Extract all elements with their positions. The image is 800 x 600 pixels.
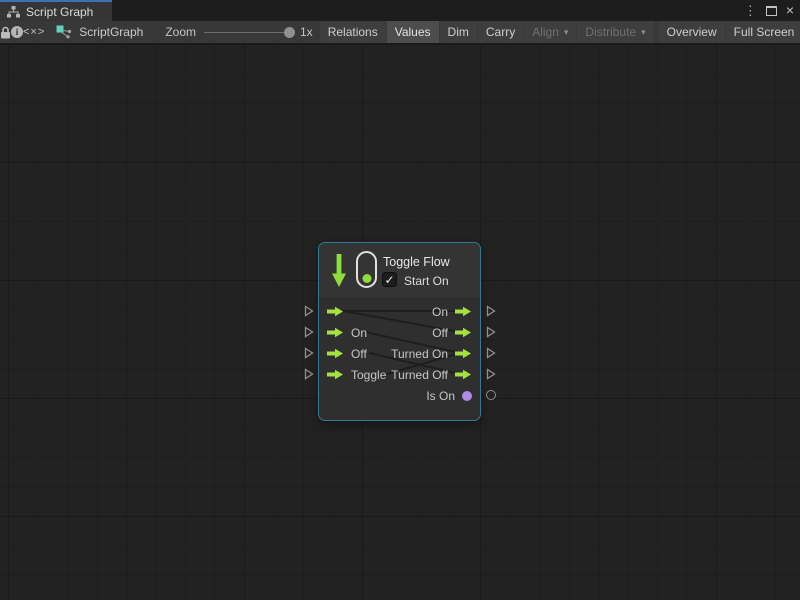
input-port-on[interactable]: On: [327, 322, 367, 343]
align-label: Align: [532, 25, 559, 39]
graph-identity: ScriptGraph: [56, 21, 143, 43]
output-port-on[interactable]: On: [432, 301, 472, 322]
input-port-off[interactable]: Off: [327, 343, 367, 364]
input-connector-off[interactable]: [304, 347, 314, 359]
port-label: Turned Off: [391, 368, 448, 382]
tab-label: Script Graph: [26, 5, 93, 19]
graph-toolbar: i <×> ScriptGraph Zoom 1x: [0, 21, 800, 44]
output-port-off[interactable]: Off: [432, 322, 472, 343]
flow-arrow-icon: [327, 348, 344, 359]
zoom-value: 1x: [300, 25, 313, 39]
flow-arrow-icon: [455, 327, 472, 338]
output-connector-turned-on[interactable]: [486, 347, 496, 359]
flow-arrow-icon: [327, 306, 344, 317]
port-label: Turned On: [391, 347, 448, 361]
toggle-flow-node[interactable]: Toggle Flow ✓ Start On: [318, 242, 481, 421]
graph-canvas[interactable]: Toggle Flow ✓ Start On: [0, 44, 800, 600]
window-menu-icon[interactable]: ⋮: [742, 0, 759, 21]
port-row: Is On: [319, 385, 480, 406]
port-row: Toggle Turned Off: [319, 364, 480, 385]
lock-button[interactable]: [0, 21, 11, 43]
tab-script-graph[interactable]: Script Graph: [0, 0, 112, 21]
port-row: On Off: [319, 322, 480, 343]
lock-icon: [0, 26, 11, 39]
port-label: Toggle: [351, 368, 386, 382]
start-on-checkbox[interactable]: ✓: [382, 272, 397, 287]
node-title: Toggle Flow: [383, 255, 450, 269]
graph-hierarchy-icon: [7, 6, 20, 18]
output-connector-is-on[interactable]: [486, 390, 496, 400]
input-connector-toggle[interactable]: [304, 368, 314, 380]
zoom-control: Zoom 1x: [165, 21, 312, 43]
code-icon: <×>: [23, 26, 45, 38]
graph-name-label: ScriptGraph: [79, 25, 143, 39]
output-connector-on[interactable]: [486, 305, 496, 317]
port-row: Off Turned On: [319, 343, 480, 364]
start-on-label: Start On: [404, 274, 449, 288]
port-row: On: [319, 301, 480, 322]
output-port-turned-on[interactable]: Turned On: [391, 343, 472, 364]
code-preview-button[interactable]: <×>: [23, 21, 45, 43]
dim-button[interactable]: Dim: [440, 21, 477, 43]
output-connector-off[interactable]: [486, 326, 496, 338]
toggle-pill-icon: [356, 251, 377, 288]
chevron-down-icon: ▾: [564, 27, 569, 38]
flow-arrow-icon: [455, 369, 472, 380]
script-graph-icon: [56, 25, 72, 39]
flow-down-arrow-icon: [329, 252, 349, 289]
chevron-down-icon: ▾: [641, 27, 646, 38]
port-label: Off: [351, 347, 367, 361]
overview-button[interactable]: Overview: [659, 21, 725, 43]
zoom-label: Zoom: [165, 25, 196, 39]
info-icon: i: [11, 26, 23, 38]
carry-button[interactable]: Carry: [478, 21, 523, 43]
flow-arrow-icon: [455, 306, 472, 317]
input-port-toggle[interactable]: Toggle: [327, 364, 386, 385]
title-bar: Script Graph ⋮ ×: [0, 0, 800, 21]
input-port-enter[interactable]: [327, 301, 351, 322]
full-screen-button[interactable]: Full Screen: [726, 21, 800, 43]
relations-button[interactable]: Relations: [320, 21, 386, 43]
toolbar-buttons: Relations Values Dim Carry Align ▾ Distr…: [320, 21, 800, 43]
port-label: Off: [432, 326, 448, 340]
zoom-slider-handle[interactable]: [284, 27, 295, 38]
close-icon[interactable]: ×: [784, 0, 796, 21]
values-button[interactable]: Values: [387, 21, 439, 43]
input-connector-on[interactable]: [304, 326, 314, 338]
output-port-is-on[interactable]: Is On: [426, 385, 472, 406]
input-connector-enter[interactable]: [304, 305, 314, 317]
distribute-label: Distribute: [585, 25, 636, 39]
zoom-slider-track: [204, 32, 294, 33]
align-dropdown[interactable]: Align ▾: [524, 21, 576, 43]
output-port-turned-off[interactable]: Turned Off: [391, 364, 472, 385]
flow-arrow-icon: [327, 327, 344, 338]
flow-arrow-icon: [327, 369, 344, 380]
maximize-icon[interactable]: [766, 6, 777, 16]
flow-arrow-icon: [455, 348, 472, 359]
port-label: Is On: [426, 389, 455, 403]
port-label: On: [432, 305, 448, 319]
node-header: Toggle Flow ✓ Start On: [319, 243, 480, 297]
script-graph-window: Script Graph ⋮ × i <×>: [0, 0, 800, 600]
zoom-slider[interactable]: [204, 27, 294, 38]
info-button[interactable]: i: [11, 21, 23, 43]
distribute-dropdown[interactable]: Distribute ▾: [577, 21, 653, 43]
value-port-icon: [462, 391, 472, 401]
output-connector-turned-off[interactable]: [486, 368, 496, 380]
port-label: On: [351, 326, 367, 340]
toggle-pill-dot: [362, 274, 371, 283]
